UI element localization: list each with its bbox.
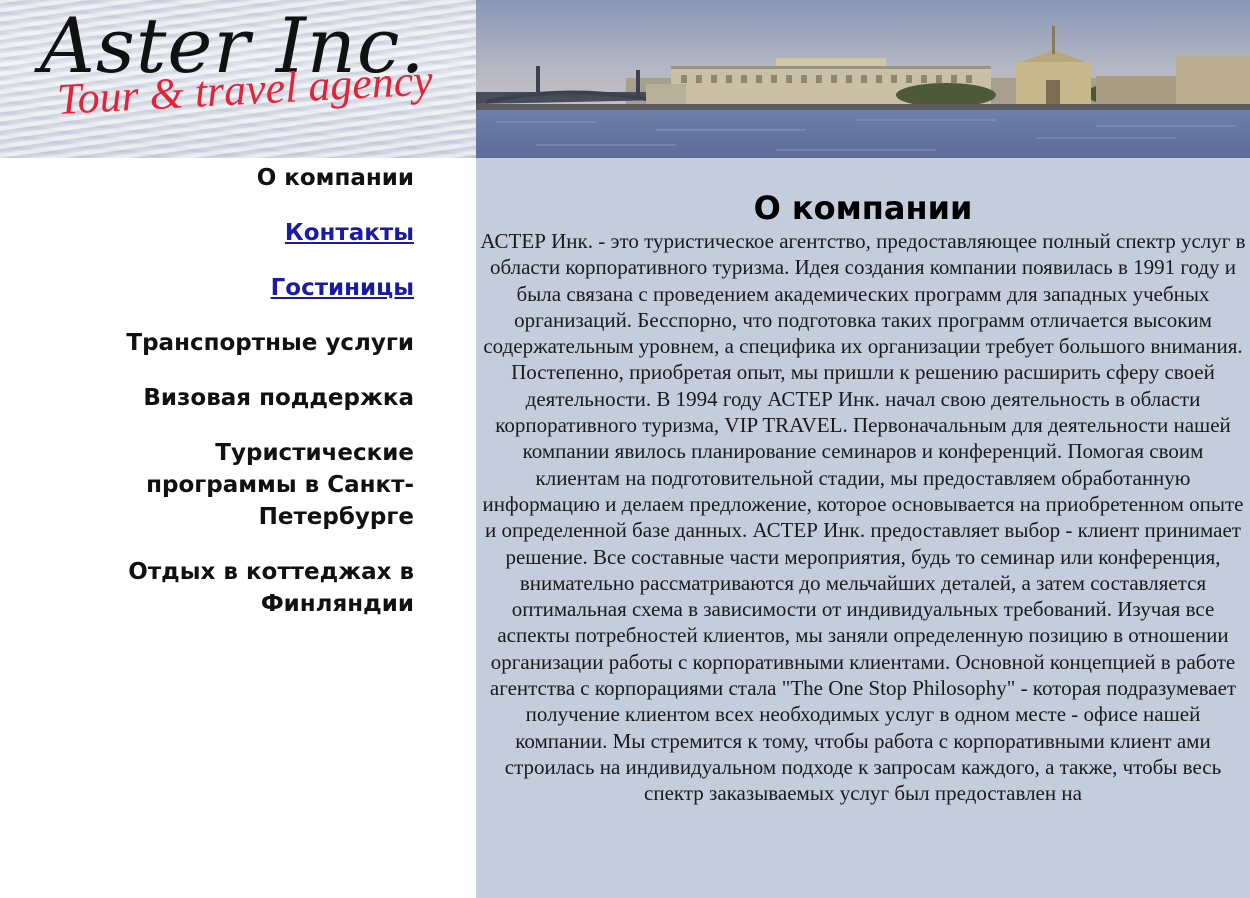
about-text: АСТЕР Инк. - это туристическое агентство… [480,229,1246,806]
nav-item-about-label: О компании [256,165,414,191]
header-photo [476,0,1250,158]
nav-item-hotels[interactable]: Гостиницы [60,272,414,304]
nav-item-finland-cottages-label: Отдых в коттеджах в Финляндии [128,559,414,617]
nav-item-transport: Транспортные услуги [60,327,414,359]
nav-item-finland-cottages: Отдых в коттеджах в Финляндии [60,556,414,620]
nav-list: О компании Контакты Гостиницы Транспортн… [60,162,414,643]
nav-item-visa-label: Визовая поддержка [143,385,414,411]
nav-link-hotels[interactable]: Гостиницы [271,275,414,301]
nav-item-contacts[interactable]: Контакты [60,217,414,249]
main-content: О компании АСТЕР Инк. - это туристическо… [476,158,1250,898]
nav-link-contacts[interactable]: Контакты [285,220,414,246]
page: Aster Inc. Tour & travel agency О компан… [0,0,1250,898]
page-title: О компании [753,189,973,227]
nav-item-spb-tours-label: Туристические программы в Санкт-Петербур… [146,440,414,530]
company-logo: Aster Inc. Tour & travel agency [0,0,476,158]
sidebar-nav: О компании Контакты Гостиницы Транспортн… [0,158,476,898]
city-embankment-photo [476,0,1250,158]
nav-item-transport-label: Транспортные услуги [126,330,414,356]
nav-item-about: О компании [60,162,414,194]
nav-item-visa: Визовая поддержка [60,382,414,414]
nav-item-spb-tours: Туристические программы в Санкт-Петербур… [60,437,414,533]
